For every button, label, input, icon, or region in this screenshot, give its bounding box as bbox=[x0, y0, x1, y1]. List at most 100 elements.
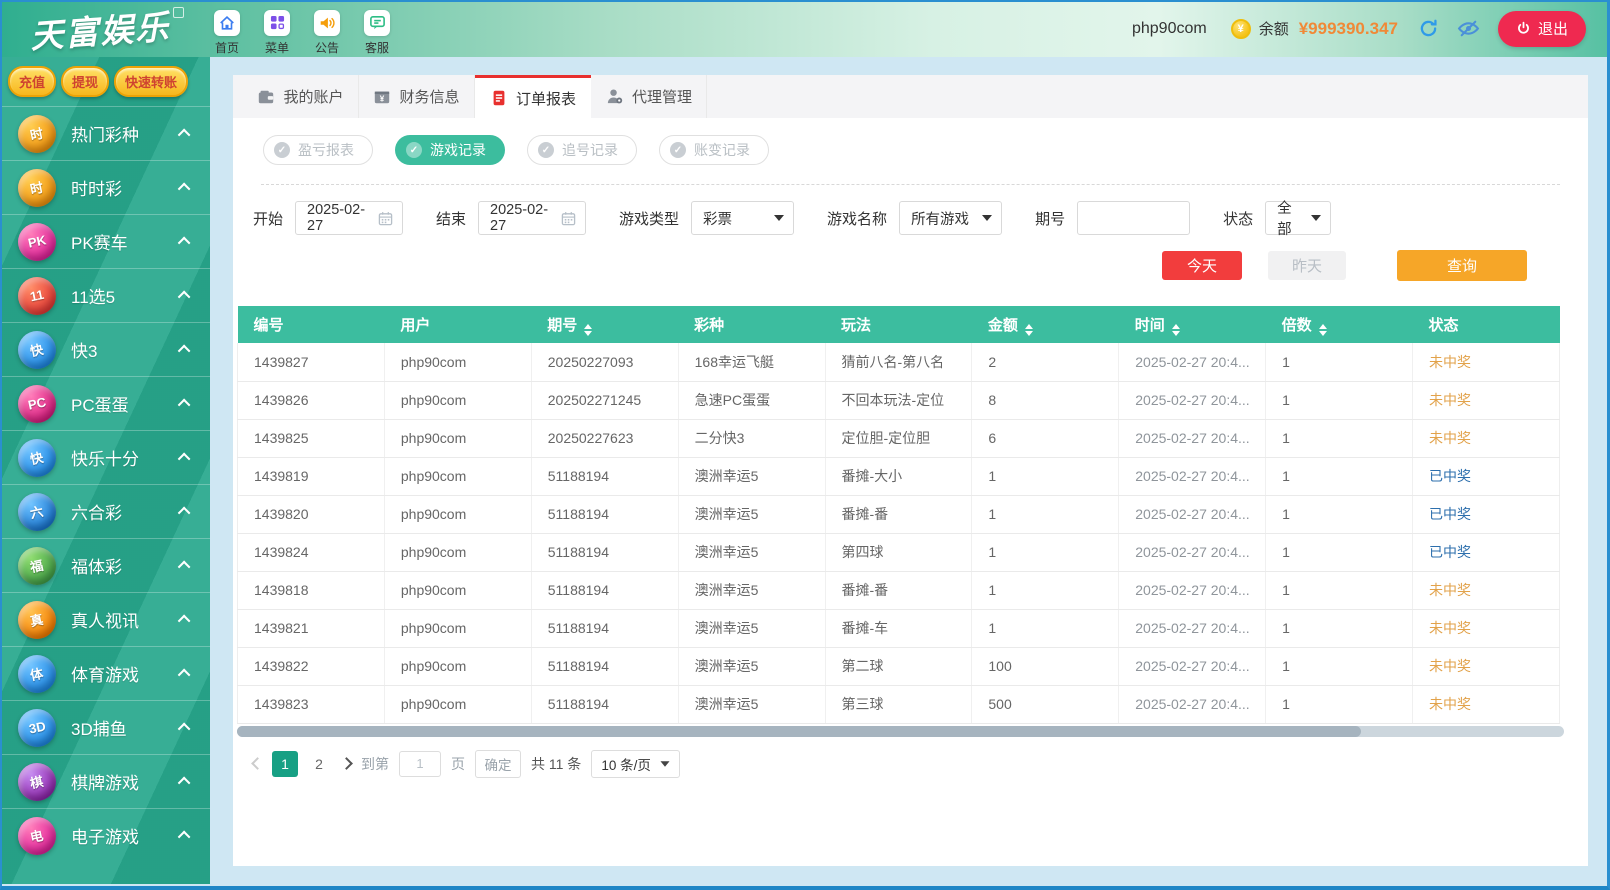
sidebar-item[interactable]: 真真人视讯 bbox=[0, 592, 210, 646]
table-cell: 1 bbox=[1266, 419, 1413, 457]
goto-page-input[interactable] bbox=[399, 751, 441, 777]
check-circle-icon: ✓ bbox=[406, 142, 422, 158]
sidebar-item[interactable]: 3D3D捕鱼 bbox=[0, 700, 210, 754]
prev-page-icon[interactable] bbox=[251, 757, 264, 770]
issue-input[interactable] bbox=[1077, 201, 1190, 235]
subtab-pill[interactable]: ✓ 追号记录 bbox=[527, 135, 637, 165]
column-header[interactable]: 时间 bbox=[1119, 306, 1266, 343]
table-row: 1439824php90com51188194澳洲幸运5第四球12025-02-… bbox=[238, 533, 1560, 571]
sort-icon[interactable] bbox=[1025, 324, 1033, 336]
sidebar-item[interactable]: 体体育游戏 bbox=[0, 646, 210, 700]
table-cell: 未中奖 bbox=[1413, 647, 1560, 685]
table-cell: 不回本玩法-定位 bbox=[825, 381, 972, 419]
table-cell: 51188194 bbox=[531, 533, 678, 571]
table-cell: 202502271245 bbox=[531, 381, 678, 419]
nav-item-notice[interactable]: 公告 bbox=[314, 10, 340, 56]
table-cell: 未中奖 bbox=[1413, 419, 1560, 457]
sidebar-item[interactable]: 时时时彩 bbox=[0, 160, 210, 214]
start-date-input[interactable]: 2025-02-27 bbox=[295, 201, 403, 235]
refresh-icon[interactable] bbox=[1418, 18, 1439, 39]
column-header[interactable]: 倍数 bbox=[1266, 306, 1413, 343]
game-type-select[interactable]: 彩票 bbox=[691, 201, 794, 235]
table-cell: 第三球 bbox=[825, 685, 972, 723]
tab-order-report[interactable]: 订单报表 bbox=[475, 75, 591, 118]
goto-label: 到第 bbox=[361, 754, 389, 774]
horizontal-scrollbar-thumb[interactable] bbox=[237, 726, 1361, 737]
confirm-button[interactable]: 确定 bbox=[475, 750, 521, 778]
query-button[interactable]: 查询 bbox=[1397, 250, 1527, 281]
next-page-icon[interactable] bbox=[340, 757, 353, 770]
column-header[interactable]: 金额 bbox=[972, 306, 1119, 343]
check-circle-icon: ✓ bbox=[538, 142, 554, 158]
subtab-bar: ✓盈亏报表✓游戏记录✓追号记录✓账变记录 bbox=[263, 135, 1588, 165]
power-icon bbox=[1516, 21, 1531, 36]
table-row: 1439820php90com51188194澳洲幸运5番摊-番12025-02… bbox=[238, 495, 1560, 533]
sidebar-item[interactable]: 时热门彩种 bbox=[0, 106, 210, 160]
page-number-button[interactable]: 1 bbox=[272, 751, 298, 777]
sort-icon[interactable] bbox=[1172, 324, 1180, 336]
game-type-label: 游戏类型 bbox=[619, 208, 679, 229]
sidebar-item[interactable]: 快快乐十分 bbox=[0, 430, 210, 484]
tab-finance-info[interactable]: ¥财务信息 bbox=[359, 75, 475, 118]
sort-icon[interactable] bbox=[584, 324, 592, 336]
subtab-pill[interactable]: ✓盈亏报表 bbox=[263, 135, 373, 165]
quick-button-recharge[interactable]: 充值 bbox=[8, 66, 56, 97]
table-cell: 定位胆-定位胆 bbox=[825, 419, 972, 457]
table-cell: 168幸运飞艇 bbox=[678, 343, 825, 381]
sidebar-item[interactable]: 1111选5 bbox=[0, 268, 210, 322]
eye-off-icon[interactable] bbox=[1457, 17, 1480, 40]
end-date-input[interactable]: 2025-02-27 bbox=[478, 201, 586, 235]
quick-button-withdraw[interactable]: 提现 bbox=[61, 66, 109, 97]
table-cell: 1 bbox=[972, 495, 1119, 533]
sidebar-item[interactable]: PKPK赛车 bbox=[0, 214, 210, 268]
table-cell: 1 bbox=[972, 571, 1119, 609]
subtab-label: 追号记录 bbox=[562, 140, 618, 160]
column-header-label: 金额 bbox=[988, 317, 1018, 334]
tab-my-account[interactable]: 我的账户 bbox=[243, 75, 359, 118]
horizontal-scrollbar-track[interactable] bbox=[237, 726, 1564, 737]
table-cell: 未中奖 bbox=[1413, 343, 1560, 381]
logout-button[interactable]: 退出 bbox=[1498, 11, 1586, 47]
status-badge: 未中奖 bbox=[1429, 392, 1471, 408]
table-cell: 20250227093 bbox=[531, 343, 678, 381]
tab-label: 我的账户 bbox=[283, 86, 343, 107]
quick-button-quick-transfer[interactable]: 快速转账 bbox=[114, 66, 188, 97]
sidebar-item[interactable]: 快快3 bbox=[0, 322, 210, 376]
sidebar-item[interactable]: 电电子游戏 bbox=[0, 808, 210, 862]
order-report-icon bbox=[490, 89, 508, 107]
tab-agent-manage[interactable]: 代理管理 bbox=[591, 75, 707, 118]
sidebar-item[interactable]: 六六合彩 bbox=[0, 484, 210, 538]
sidebar-item-label: 福体彩 bbox=[71, 553, 181, 578]
nav-item-label: 客服 bbox=[365, 39, 389, 56]
sidebar-item[interactable]: 棋棋牌游戏 bbox=[0, 754, 210, 808]
table-cell: php90com bbox=[384, 457, 531, 495]
table-cell: 1 bbox=[1266, 533, 1413, 571]
nav-item-home[interactable]: 首页 bbox=[214, 10, 240, 56]
lottery-ball-icon: 时 bbox=[18, 115, 56, 153]
tab-label: 财务信息 bbox=[399, 86, 459, 107]
sidebar-item-label: 体育游戏 bbox=[71, 661, 181, 686]
table-cell: 澳洲幸运5 bbox=[678, 647, 825, 685]
nav-item-service[interactable]: 客服 bbox=[364, 10, 390, 56]
column-header[interactable]: 期号 bbox=[531, 306, 678, 343]
subtab-pill[interactable]: ✓游戏记录 bbox=[395, 135, 505, 165]
status-select[interactable]: 全部 bbox=[1265, 201, 1331, 235]
table-cell: 51188194 bbox=[531, 647, 678, 685]
table-cell: 二分快3 bbox=[678, 419, 825, 457]
per-page-select[interactable]: 10 条/页 bbox=[591, 750, 680, 778]
sidebar-item-label: 11选5 bbox=[71, 283, 181, 308]
column-header: 状态 bbox=[1413, 306, 1560, 343]
page-number-button[interactable]: 2 bbox=[306, 751, 332, 777]
nav-item-menu[interactable]: 菜单 bbox=[264, 10, 290, 56]
sort-icon[interactable] bbox=[1319, 324, 1327, 336]
lottery-ball-icon: PK bbox=[18, 223, 56, 261]
yesterday-button[interactable]: 昨天 bbox=[1268, 251, 1346, 280]
sidebar-item[interactable]: 福福体彩 bbox=[0, 538, 210, 592]
subtab-pill[interactable]: ✓账变记录 bbox=[659, 135, 769, 165]
sidebar-item[interactable]: PCPC蛋蛋 bbox=[0, 376, 210, 430]
column-header-label: 编号 bbox=[254, 317, 284, 334]
status-badge: 已中奖 bbox=[1429, 544, 1471, 560]
today-button[interactable]: 今天 bbox=[1162, 251, 1242, 280]
game-name-select[interactable]: 所有游戏 bbox=[899, 201, 1002, 235]
header-right: php90com ¥ 余额 ¥999390.347 bbox=[1132, 11, 1610, 47]
